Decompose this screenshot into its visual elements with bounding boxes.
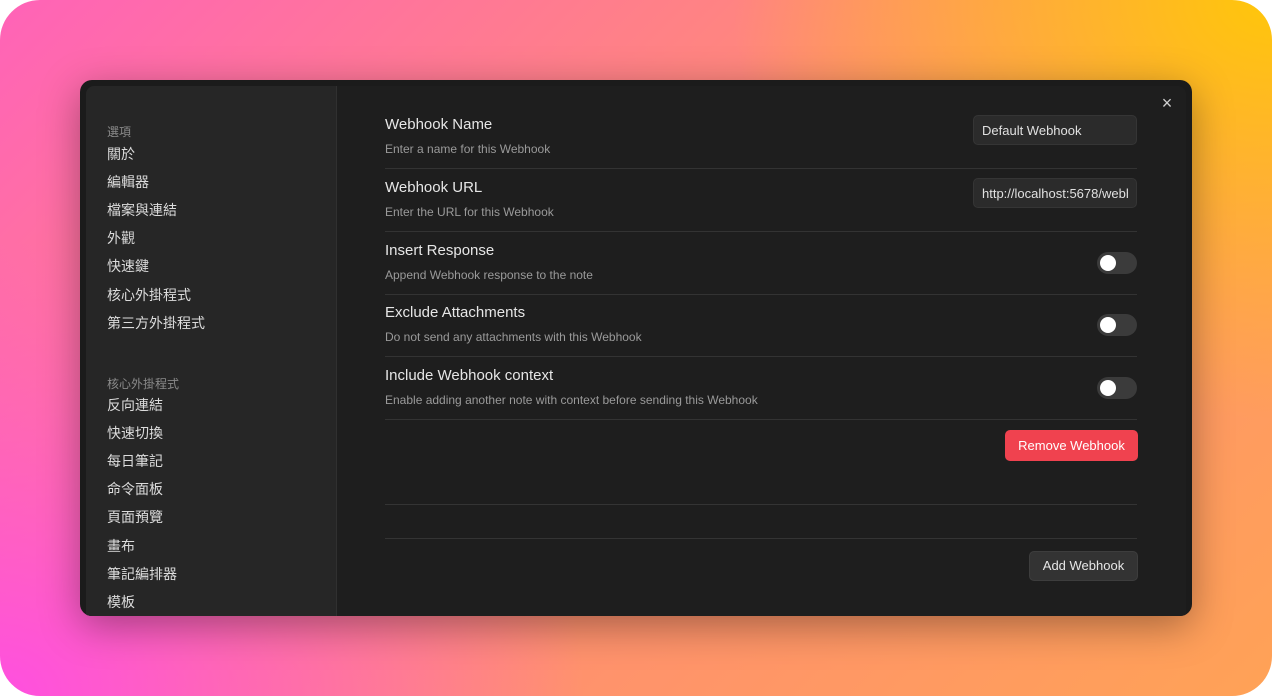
settings-sidebar: 選項 關於 編輯器 檔案與連結 外觀 快速鍵 核心外掛程式 第三方外掛程式 核心… bbox=[86, 86, 337, 616]
sidebar-item-appearance[interactable]: 外觀 bbox=[107, 228, 135, 248]
sidebar-item-command-palette[interactable]: 命令面板 bbox=[107, 479, 163, 499]
setting-exclude-attachments: Exclude Attachments Do not send any atta… bbox=[385, 294, 1137, 357]
setting-insert-response: Insert Response Append Webhook response … bbox=[385, 232, 1137, 295]
setting-name: Exclude Attachments bbox=[385, 304, 526, 321]
sidebar-item-editor[interactable]: 編輯器 bbox=[107, 172, 149, 192]
setting-name: Webhook Name bbox=[385, 116, 493, 133]
setting-webhook-url: Webhook URL Enter the URL for this Webho… bbox=[385, 169, 1137, 232]
sidebar-item-hotkeys[interactable]: 快速鍵 bbox=[107, 256, 149, 276]
exclude-attachments-toggle[interactable] bbox=[1097, 314, 1137, 336]
setting-description: Enter the URL for this Webhook bbox=[385, 205, 554, 219]
sidebar-item-about[interactable]: 關於 bbox=[107, 144, 135, 164]
divider bbox=[385, 504, 1137, 505]
sidebar-item-page-preview[interactable]: 頁面預覽 bbox=[107, 507, 163, 527]
sidebar-item-core-plugins[interactable]: 核心外掛程式 bbox=[107, 285, 191, 305]
settings-panel: 選項 關於 編輯器 檔案與連結 外觀 快速鍵 核心外掛程式 第三方外掛程式 核心… bbox=[86, 86, 1186, 616]
setting-description: Append Webhook response to the note bbox=[385, 268, 593, 282]
sidebar-heading-core-plugins: 核心外掛程式 bbox=[107, 377, 180, 391]
sidebar-item-templates[interactable]: 模板 bbox=[107, 592, 135, 612]
sidebar-item-community-plugins[interactable]: 第三方外掛程式 bbox=[107, 313, 205, 333]
divider bbox=[385, 538, 1137, 539]
setting-name: Include Webhook context bbox=[385, 367, 554, 384]
setting-include-context: Include Webhook context Enable adding an… bbox=[385, 357, 1137, 420]
insert-response-toggle[interactable] bbox=[1097, 252, 1137, 274]
sidebar-heading-options: 選項 bbox=[107, 125, 132, 139]
sidebar-item-daily-notes[interactable]: 每日筆記 bbox=[107, 451, 163, 471]
sidebar-item-note-composer[interactable]: 筆記編排器 bbox=[107, 564, 177, 584]
settings-content: × Webhook Name Enter a name for this Web… bbox=[337, 86, 1186, 616]
webhook-url-input[interactable] bbox=[973, 178, 1137, 208]
remove-webhook-button[interactable]: Remove Webhook bbox=[1005, 430, 1138, 461]
setting-description: Enable adding another note with context … bbox=[385, 393, 758, 407]
settings-window: 選項 關於 編輯器 檔案與連結 外觀 快速鍵 核心外掛程式 第三方外掛程式 核心… bbox=[80, 80, 1192, 616]
setting-description: Enter a name for this Webhook bbox=[385, 142, 551, 156]
setting-name: Insert Response bbox=[385, 242, 495, 259]
toggle-knob bbox=[1100, 317, 1116, 333]
sidebar-item-files-links[interactable]: 檔案與連結 bbox=[107, 200, 177, 220]
sidebar-item-quick-switcher[interactable]: 快速切換 bbox=[107, 423, 163, 443]
close-icon[interactable]: × bbox=[1156, 92, 1178, 114]
setting-webhook-name: Webhook Name Enter a name for this Webho… bbox=[385, 106, 1137, 169]
sidebar-item-canvas[interactable]: 畫布 bbox=[107, 536, 135, 556]
setting-description: Do not send any attachments with this We… bbox=[385, 330, 642, 344]
setting-name: Webhook URL bbox=[385, 179, 483, 196]
webhook-name-input[interactable] bbox=[973, 115, 1137, 145]
include-context-toggle[interactable] bbox=[1097, 377, 1137, 399]
toggle-knob bbox=[1100, 255, 1116, 271]
add-webhook-button[interactable]: Add Webhook bbox=[1029, 551, 1138, 581]
sidebar-item-backlinks[interactable]: 反向連結 bbox=[107, 395, 163, 415]
toggle-knob bbox=[1100, 380, 1116, 396]
